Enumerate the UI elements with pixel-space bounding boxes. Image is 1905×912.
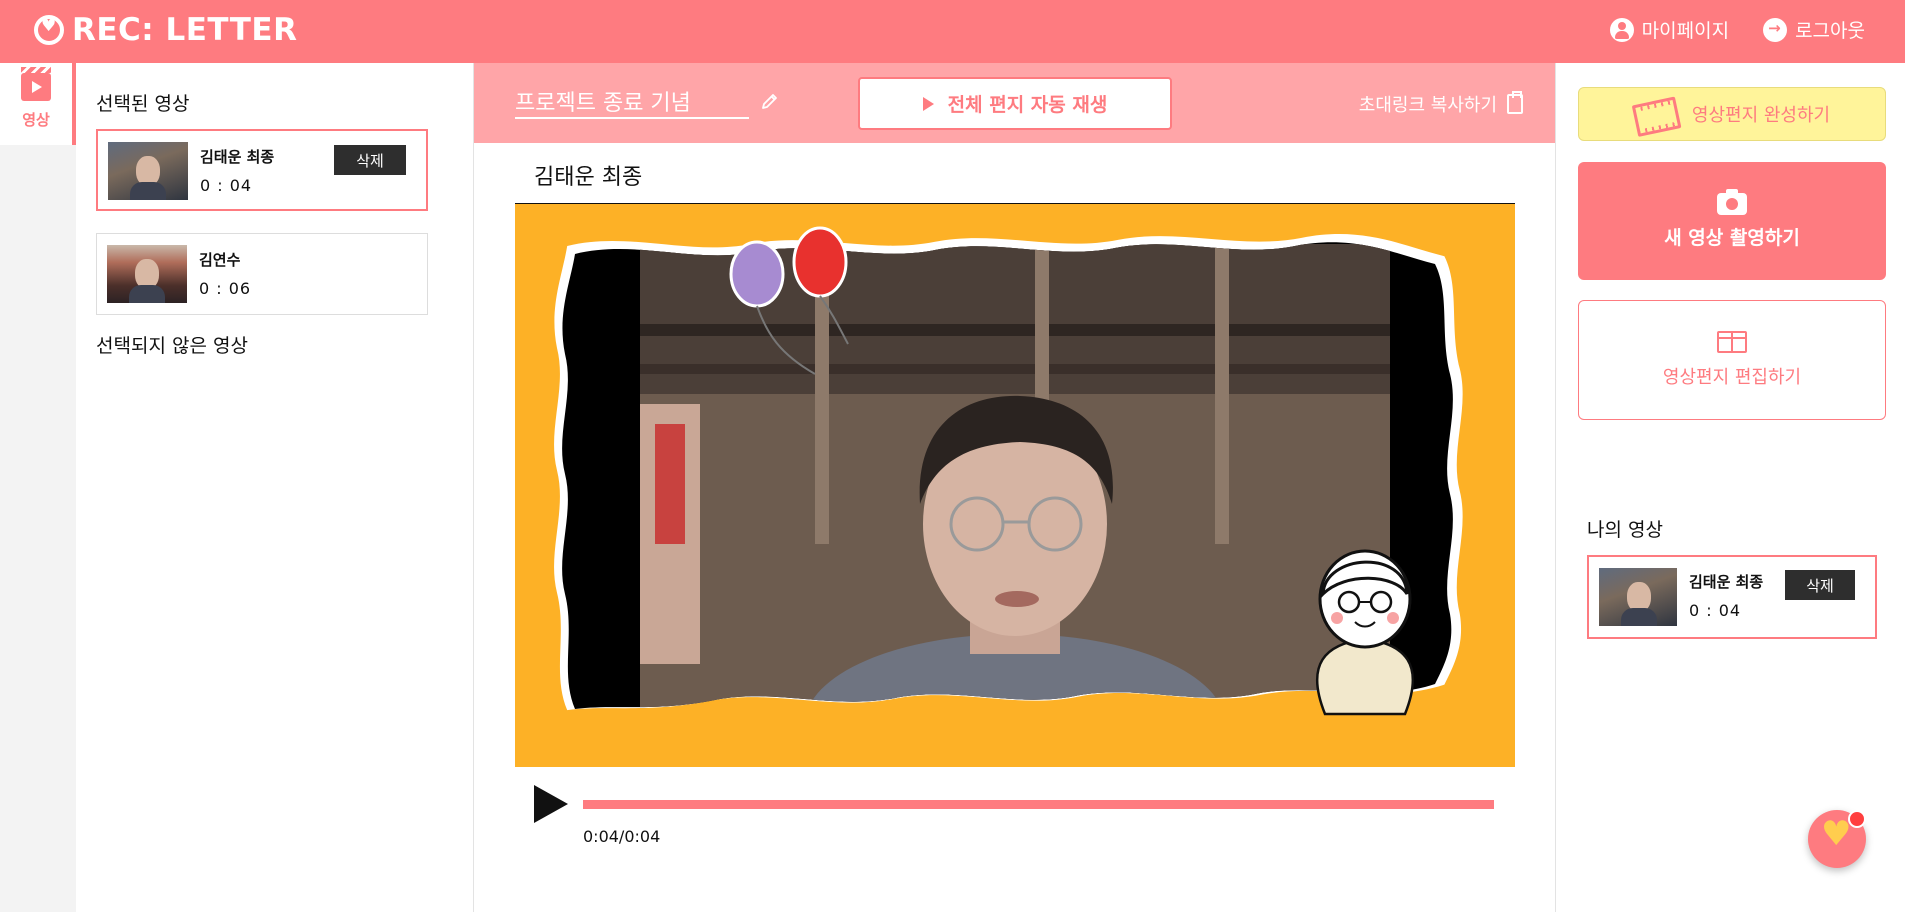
project-title-field[interactable]: 프로젝트 종료 기념 (515, 85, 749, 119)
edit-letter-button[interactable]: 영상편지 편집하기 (1578, 300, 1886, 420)
video-frame-art (554, 226, 1463, 716)
side-rail: 영상 (0, 63, 76, 912)
logout-label: 로그아웃 (1795, 20, 1865, 42)
copy-invite-link-button[interactable]: 초대링크 복사하기 (1359, 91, 1523, 117)
delete-clip-button[interactable]: 삭제 (1785, 570, 1855, 600)
clip-list-panel: 선택된 영상 김태운 최종 0 : 04 삭제 김연수 0 : 06 선택되지 … (76, 63, 474, 912)
clip-name: 김태운 최종 (200, 148, 275, 166)
delete-clip-button[interactable]: 삭제 (334, 145, 406, 175)
rail-tab-label: 영상 (22, 111, 50, 129)
chat-bubble-button[interactable] (1808, 810, 1866, 868)
clip-name: 김연수 (199, 251, 241, 269)
rail-tab-video[interactable]: 영상 (0, 63, 76, 145)
clip-name: 김태운 최종 (1689, 573, 1764, 591)
header-nav: 마이페이지 로그아웃 (1609, 16, 1865, 43)
progress-bar[interactable] (583, 800, 1494, 809)
video-editor: 프로젝트 종료 기념 전체 편지 자동 재생 초대링크 복사하기 김태운 최종 (474, 63, 1555, 912)
clip-duration: 0 : 04 (1689, 601, 1742, 620)
mypage-link[interactable]: 마이페이지 (1609, 16, 1730, 43)
clip-thumbnail (107, 245, 187, 303)
unselected-videos-title: 선택되지 않은 영상 (96, 335, 248, 357)
selected-clip-card[interactable]: 김태운 최종 0 : 04 삭제 (96, 129, 428, 211)
mypage-label: 마이페이지 (1641, 20, 1730, 42)
top-header: REC: LETTER 마이페이지 로그아웃 (0, 0, 1905, 63)
selected-videos-title: 선택된 영상 (96, 93, 190, 115)
time-readout: 0:04/0:04 (583, 827, 661, 846)
logo-text: REC: LETTER (72, 12, 298, 48)
clip-duration: 0 : 04 (200, 176, 253, 195)
play-button[interactable] (534, 785, 568, 823)
edit-label: 영상편지 편집하기 (1662, 367, 1802, 388)
player-controls: 0:04/0:04 (534, 785, 1494, 846)
complete-label: 영상편지 완성하기 (1691, 105, 1831, 126)
play-icon (922, 96, 934, 111)
clip-duration: 0 : 06 (199, 279, 252, 298)
film-strip-icon (1631, 93, 1679, 135)
my-clip-card[interactable]: 김태운 최종 0 : 04 삭제 (1587, 555, 1877, 639)
pencil-icon[interactable] (760, 91, 780, 111)
progress-fill (583, 800, 1494, 809)
autoplay-all-button[interactable]: 전체 편지 자동 재생 (858, 77, 1172, 130)
logo[interactable]: REC: LETTER (34, 12, 297, 48)
complete-letter-button[interactable]: 영상편지 완성하기 (1578, 87, 1886, 141)
autoplay-label: 전체 편지 자동 재생 (947, 94, 1108, 116)
user-icon (1609, 17, 1634, 42)
project-toolbar: 프로젝트 종료 기념 전체 편지 자동 재생 초대링크 복사하기 (474, 63, 1555, 143)
action-panel: 영상편지 완성하기 새 영상 촬영하기 영상편지 편집하기 나의 영상 김태운 … (1555, 63, 1905, 912)
record-new-video-button[interactable]: 새 영상 촬영하기 (1578, 162, 1886, 280)
camera-icon (1717, 188, 1747, 215)
logout-icon (1763, 17, 1788, 42)
video-player[interactable] (515, 204, 1515, 767)
heart-circle-icon (34, 15, 64, 45)
film-frames-icon (1717, 331, 1747, 353)
clip-card[interactable]: 김연수 0 : 06 (96, 233, 428, 315)
clip-thumbnail (1599, 568, 1677, 626)
clapperboard-icon (21, 67, 51, 101)
clipboard-icon (1507, 91, 1523, 114)
new-video-label: 새 영상 촬영하기 (1664, 226, 1800, 249)
clip-thumbnail (108, 142, 188, 200)
video-title: 김태운 최종 (534, 165, 643, 190)
my-videos-title: 나의 영상 (1587, 519, 1663, 541)
logout-link[interactable]: 로그아웃 (1763, 16, 1865, 43)
invite-label: 초대링크 복사하기 (1358, 95, 1497, 116)
